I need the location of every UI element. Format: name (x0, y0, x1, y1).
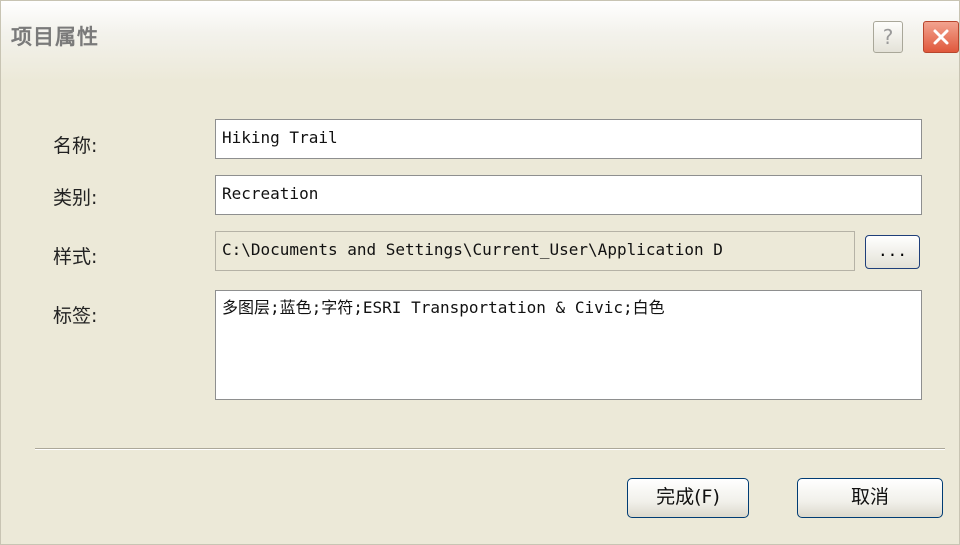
tags-field[interactable]: 多图层;蓝色;字符;ESRI Transportation & Civic;白色 (215, 290, 922, 400)
finish-button[interactable]: 完成(F) (627, 478, 749, 518)
tags-label: 标签: (53, 305, 98, 327)
cancel-button[interactable]: 取消 (797, 478, 943, 518)
browse-button[interactable]: ... (865, 235, 920, 269)
name-label: 名称: (53, 135, 98, 157)
style-path-field[interactable]: C:\Documents and Settings\Current_User\A… (215, 231, 855, 271)
close-icon (933, 29, 949, 45)
help-icon: ? (882, 25, 894, 49)
help-button[interactable]: ? (873, 21, 903, 53)
style-label: 样式: (53, 246, 98, 268)
dialog-title: 项目属性 (11, 25, 99, 49)
close-button[interactable] (923, 21, 959, 53)
category-label: 类别: (53, 187, 98, 209)
item-properties-dialog: 项目属性 ? 名称: Hiking Trail 类别: Recreation 样… (0, 0, 960, 545)
name-field[interactable]: Hiking Trail (215, 119, 922, 159)
category-field[interactable]: Recreation (215, 175, 922, 215)
separator (35, 448, 945, 450)
title-bar: 项目属性 ? (1, 1, 959, 81)
